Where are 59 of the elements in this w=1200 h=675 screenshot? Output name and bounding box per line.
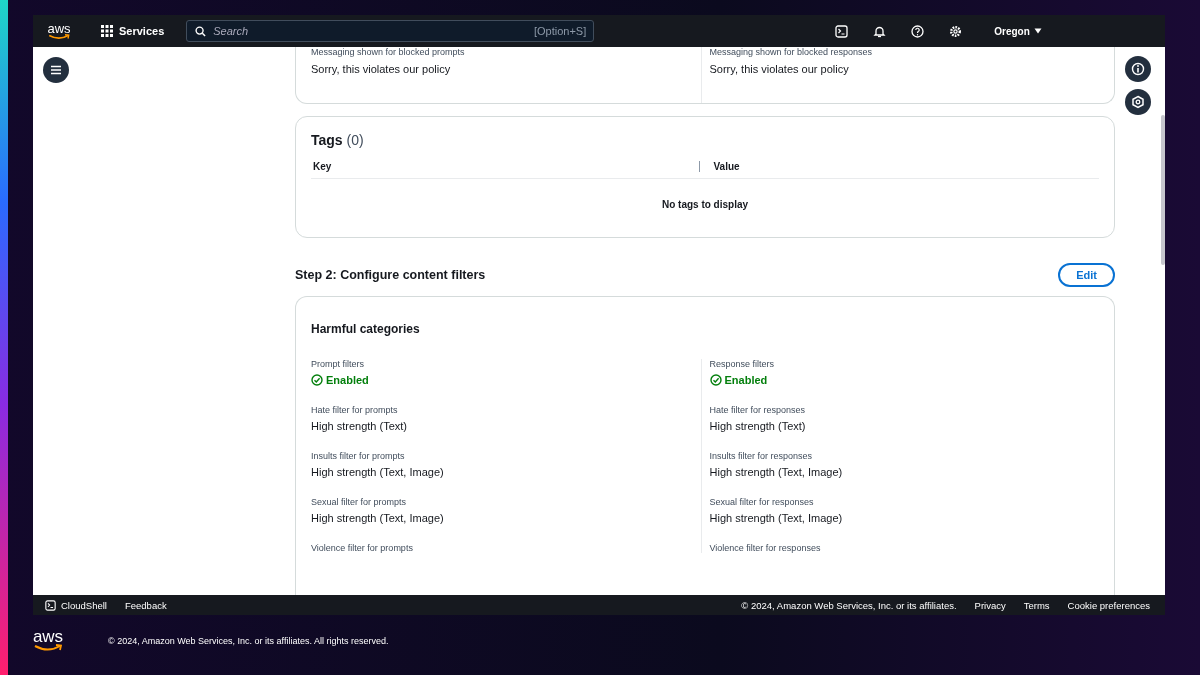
logo-text: aws	[32, 630, 64, 644]
field-label: Insults filter for prompts	[311, 451, 406, 461]
hexagon-icon	[1131, 95, 1145, 109]
services-menu[interactable]: Services	[95, 24, 171, 38]
info-icon	[1131, 62, 1145, 76]
empty-message: No tags to display	[660, 199, 750, 210]
field-label: Hate filter for responses	[709, 405, 807, 415]
scrollbar[interactable]	[1161, 115, 1165, 265]
logo-text[interactable]: aws	[47, 22, 71, 34]
column-header: Value	[698, 161, 1099, 172]
field-value: High strength (Text, Image)	[311, 512, 445, 524]
check-circle-icon	[709, 374, 722, 386]
cloudshell-button[interactable]: CloudShell	[45, 599, 107, 611]
field-label: Insults filter for responses	[709, 451, 814, 461]
field-value: High strength (Text, Image)	[311, 466, 445, 478]
bell-icon	[872, 24, 886, 38]
info-button[interactable]	[1125, 56, 1151, 82]
field-label: Sexual filter for responses	[709, 497, 815, 507]
field-value: High strength (Text)	[709, 420, 807, 432]
section-title: Harmful categories	[311, 322, 420, 336]
field-label: Prompt filters	[311, 359, 365, 369]
column-header: Key	[312, 161, 333, 172]
field-label: Response filters	[709, 359, 776, 369]
menu-icon	[50, 65, 62, 75]
field-value: High strength (Text, Image)	[709, 512, 844, 524]
footer-link[interactable]: Privacy	[974, 599, 1006, 611]
edit-button[interactable]: Edit	[1058, 263, 1115, 287]
footer-link[interactable]: Terms	[1023, 599, 1050, 611]
footer-link[interactable]: Cookie preferences	[1067, 599, 1150, 611]
field-label: Hate filter for prompts	[311, 405, 399, 415]
copyright-text: © 2024, Amazon Web Services, Inc. or its affiliates. All rights reserved.	[108, 636, 389, 646]
terminal-icon	[45, 599, 56, 611]
menu-button[interactable]	[43, 57, 69, 83]
assistant-button[interactable]	[1125, 89, 1151, 115]
copyright-text: © 2024, Amazon Web Services, Inc. or its affiliates.	[741, 599, 957, 611]
field-label: Sexual filter for prompts	[311, 497, 408, 507]
feedback-link[interactable]: Feedback	[124, 599, 167, 611]
region-menu[interactable]: Oregon	[988, 24, 1048, 38]
field-label: Violence filter for prompts	[311, 543, 414, 553]
status-text: Enabled	[326, 374, 369, 386]
field-label: Messaging shown for blocked responses	[709, 47, 874, 57]
shortcut-hint: [Option+S]	[533, 25, 587, 37]
smile-arrow-icon	[47, 33, 71, 40]
terminal-icon	[834, 24, 848, 38]
field-value: High strength (Text)	[311, 420, 408, 432]
field-value: Sorry, this violates our policy	[311, 63, 452, 75]
field-value: High strength (Text, Image)	[709, 466, 844, 478]
caret-icon	[1033, 28, 1042, 34]
help-icon	[910, 24, 924, 38]
search-icon	[195, 25, 207, 37]
field-label: Messaging shown for blocked prompts	[311, 47, 466, 57]
status-text: Enabled	[724, 374, 768, 386]
section-title: Tags (0)	[311, 132, 364, 148]
step-title: Step 2: Configure content filters	[295, 268, 486, 282]
check-circle-icon	[311, 374, 323, 386]
field-label: Violence filter for responses	[709, 543, 822, 553]
grid-icon	[101, 25, 113, 37]
field-value: Sorry, this violates our policy	[709, 63, 850, 75]
settings-icon	[948, 24, 962, 38]
